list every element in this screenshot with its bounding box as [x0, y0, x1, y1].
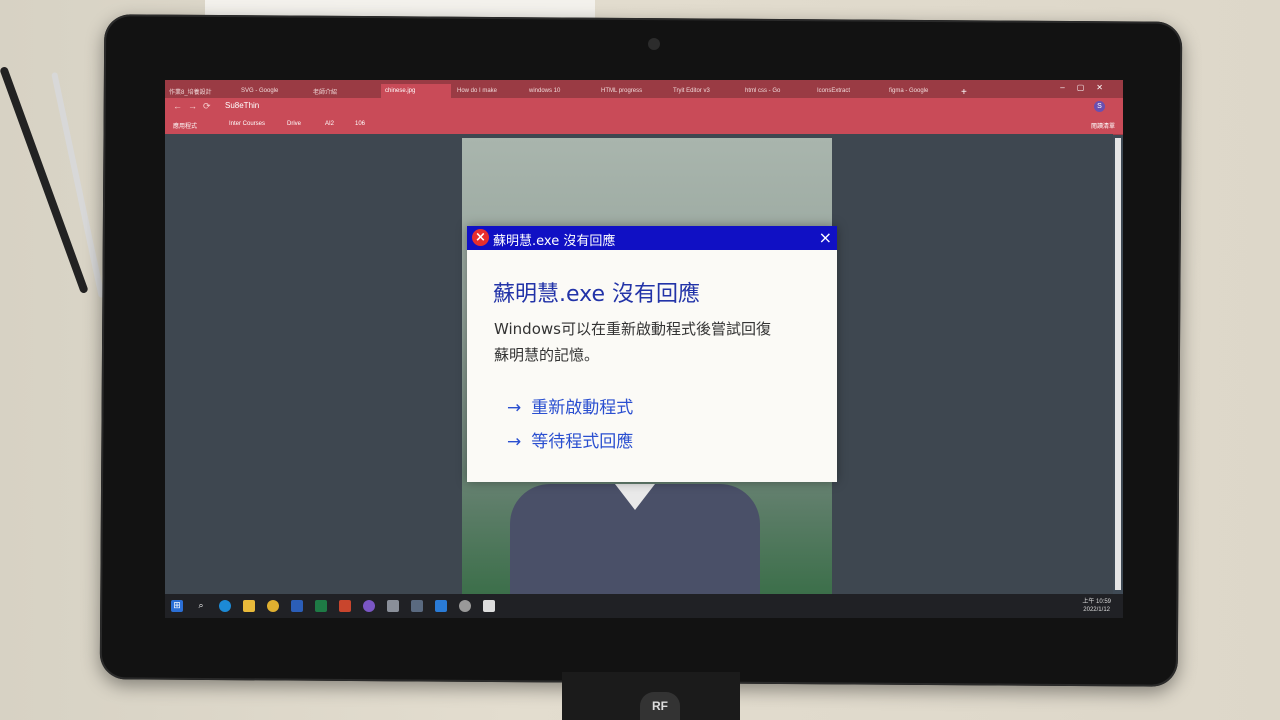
- notepad-icon[interactable]: [483, 600, 495, 612]
- arrow-right-icon: →: [507, 432, 522, 452]
- folder-icon[interactable]: [243, 600, 255, 612]
- word-icon[interactable]: [291, 600, 303, 612]
- vscode-icon[interactable]: [435, 600, 447, 612]
- bookmark-drive[interactable]: Drive: [287, 121, 301, 127]
- browser-tab[interactable]: Tryit Editor v3: [669, 84, 739, 98]
- search-icon[interactable]: ⌕: [195, 600, 207, 612]
- taskbar-clock[interactable]: 上午 10:59 2022/1/12: [1082, 598, 1111, 614]
- profile-avatar[interactable]: S: [1094, 101, 1105, 112]
- bookmarks-bar: 應用程式 Inter Courses Drive AI2 106 閱讀清單: [165, 116, 1123, 135]
- restart-label: 重新啟動程式: [531, 398, 634, 418]
- restart-program-button[interactable]: → 重新啟動程式: [507, 393, 633, 418]
- browser-tab[interactable]: figma - Google: [885, 84, 955, 98]
- app-icon[interactable]: [363, 600, 375, 612]
- browser-tab[interactable]: IconsExtract: [813, 84, 883, 98]
- app-icon[interactable]: [411, 600, 423, 612]
- edge-icon[interactable]: [219, 600, 231, 612]
- bookmark-106[interactable]: 106: [355, 121, 365, 127]
- tab-bar: 作業8_培養設計 SVG - Google 老師介紹 chinese.jpg H…: [165, 80, 1123, 98]
- browser-tab[interactable]: How do I make: [453, 84, 523, 98]
- excel-icon[interactable]: [315, 600, 327, 612]
- wait-label: 等待程式回應: [531, 432, 634, 452]
- app-icon[interactable]: [459, 600, 471, 612]
- window-controls[interactable]: –▢✕: [1060, 83, 1115, 92]
- scrollbar[interactable]: [1115, 138, 1121, 590]
- dialog-title: 蘇明慧.exe 沒有回應: [493, 234, 616, 249]
- bookmark-ai2[interactable]: AI2: [325, 121, 334, 127]
- not-responding-dialog: × 蘇明慧.exe 沒有回應 × 蘇明慧.exe 沒有回應 Windows可以在…: [467, 226, 837, 482]
- dialog-message-line2: 蘇明慧的記憶。: [494, 346, 600, 364]
- powerpoint-icon[interactable]: [339, 600, 351, 612]
- url-field[interactable]: Su8eThin: [225, 101, 259, 110]
- new-tab-icon[interactable]: +: [961, 87, 967, 98]
- close-icon[interactable]: ×: [819, 228, 832, 247]
- app-icon[interactable]: [387, 600, 399, 612]
- nav-buttons[interactable]: ←→⟳: [173, 101, 217, 112]
- arrow-right-icon: →: [507, 398, 522, 418]
- browser-tab[interactable]: SVG - Google: [237, 84, 307, 98]
- clock-date: 2022/1/12: [1083, 607, 1110, 613]
- webcam: [648, 38, 660, 50]
- dialog-heading: 蘇明慧.exe 沒有回應: [493, 282, 701, 307]
- chrome-icon[interactable]: [267, 600, 279, 612]
- dialog-message-line1: Windows可以在重新啟動程式後嘗試回復: [494, 320, 771, 338]
- taskbar: ⊞ ⌕ 上午 10:59 2022/1/12: [165, 594, 1123, 618]
- browser-tab[interactable]: 作業8_培養設計: [165, 84, 235, 98]
- reading-list[interactable]: 閱讀清單: [1091, 121, 1115, 130]
- stand-logo: RF: [640, 692, 680, 720]
- dialog-message: Windows可以在重新啟動程式後嘗試回復 蘇明慧的記憶。: [494, 316, 814, 368]
- bookmark-apps[interactable]: 應用程式: [173, 121, 197, 130]
- browser-tab-active[interactable]: chinese.jpg: [381, 84, 451, 98]
- bookmark-inter-courses[interactable]: Inter Courses: [229, 121, 265, 127]
- wait-for-program-button[interactable]: → 等待程式回應: [507, 427, 633, 452]
- start-icon[interactable]: ⊞: [171, 600, 183, 612]
- browser-tab[interactable]: windows 10: [525, 84, 595, 98]
- clock-time: 上午 10:59: [1082, 599, 1111, 605]
- error-icon: ×: [472, 229, 489, 246]
- browser-tab[interactable]: HTML progress: [597, 84, 667, 98]
- dialog-titlebar: × 蘇明慧.exe 沒有回應 ×: [467, 226, 837, 250]
- address-bar: ←→⟳ Su8eThin S: [165, 98, 1123, 116]
- browser-tab[interactable]: html css - Go: [741, 84, 811, 98]
- browser-tab[interactable]: 老師介紹: [309, 84, 379, 98]
